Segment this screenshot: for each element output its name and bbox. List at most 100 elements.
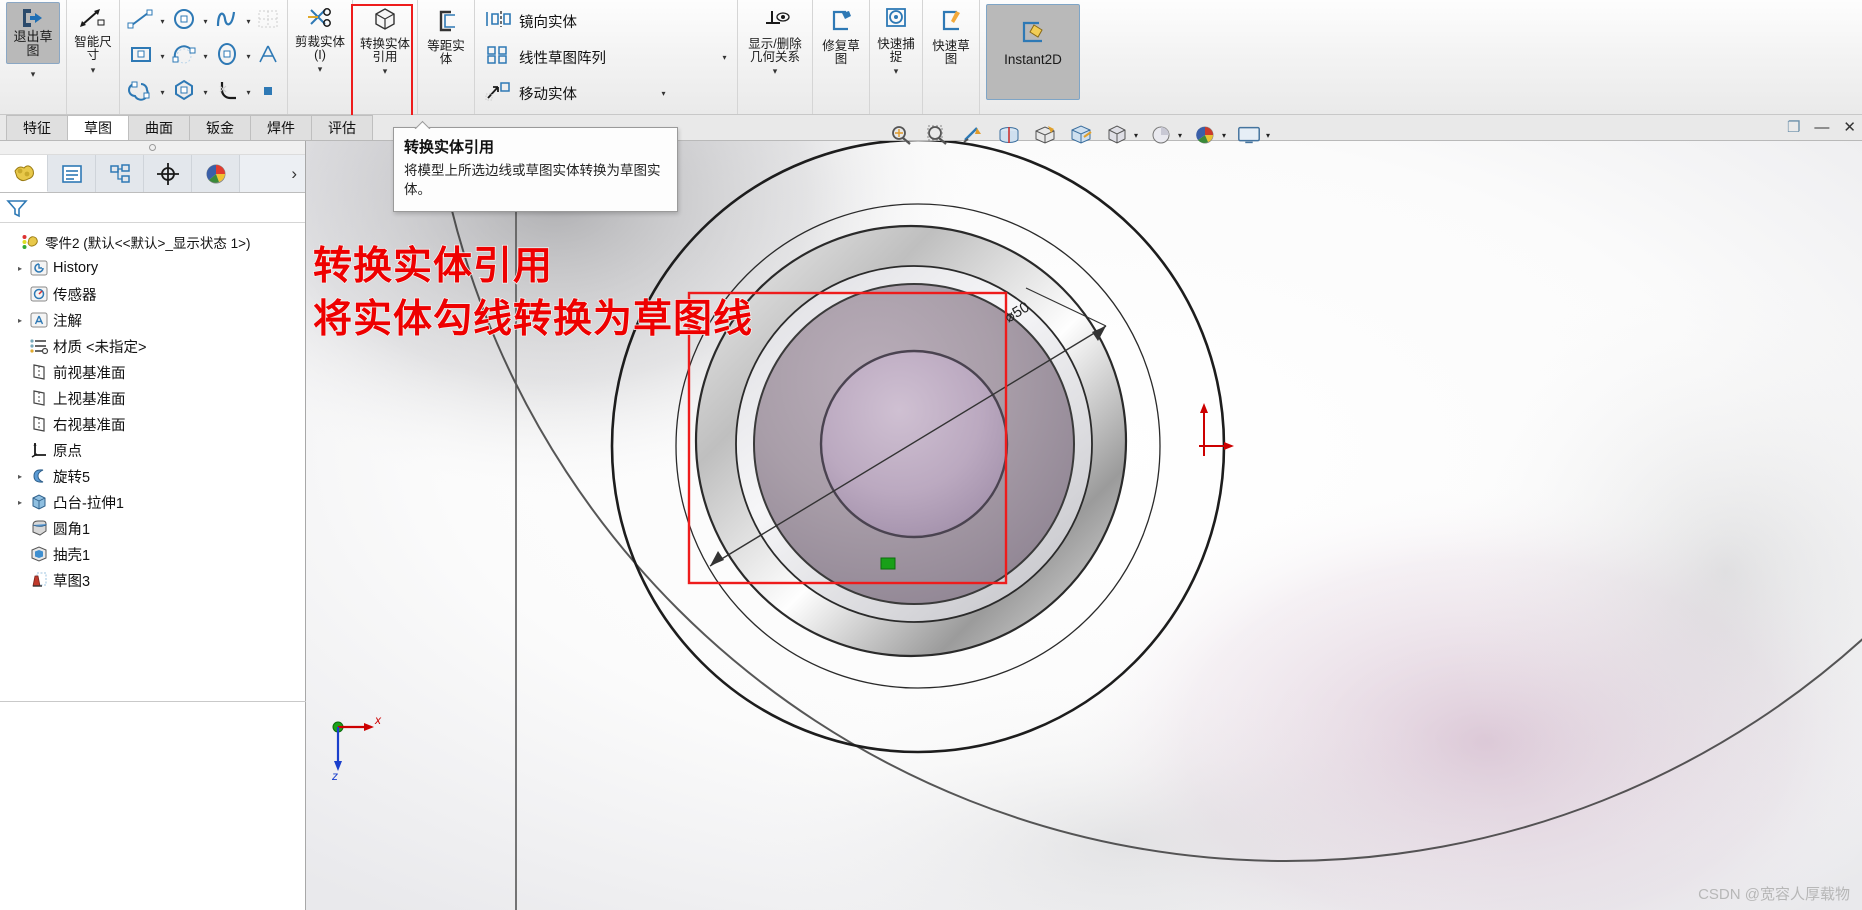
point-icon[interactable] [255, 78, 281, 107]
smart-dimension-button[interactable]: 智能尺寸 ▾ [69, 0, 117, 114]
linear-pattern-label: 线性草图阵列 [519, 50, 606, 67]
tree-item-top-plane[interactable]: 上视基准面 [4, 385, 305, 411]
polygon-icon[interactable] [169, 78, 199, 107]
slot-dropdown-icon[interactable]: ▾ [158, 88, 167, 97]
quick-sketch-button[interactable]: 快速草图 [925, 0, 977, 114]
zoom-to-fit-icon[interactable] [888, 122, 914, 148]
line-dropdown-icon[interactable]: ▾ [158, 17, 167, 26]
tree-item-material[interactable]: 材质 <未指定> [4, 333, 305, 359]
edit-appearance-icon[interactable] [1148, 122, 1174, 148]
tab-evaluate[interactable]: 评估 [311, 115, 373, 140]
tree-item-history[interactable]: ▸ History [4, 255, 305, 281]
grid-pattern-icon[interactable] [255, 7, 281, 36]
quick-snap-caret-icon[interactable]: ▾ [894, 67, 899, 76]
mirror-entities-item[interactable]: 镜向实体 [483, 7, 729, 35]
tree-filter-bar[interactable] [0, 193, 305, 223]
quick-snap-button[interactable]: 快速捕捉 ▾ [872, 0, 920, 114]
hide-show-items-caret-icon[interactable]: ▾ [1134, 131, 1138, 140]
rectangle-icon[interactable] [126, 42, 156, 71]
linear-pattern-item[interactable]: 线性草图阵列 ▾ [483, 43, 729, 71]
tree-twisty[interactable]: ▸ [12, 316, 28, 325]
trim-entities-caret-icon[interactable]: ▾ [318, 65, 323, 74]
exit-sketch-button[interactable]: 退出草图 ▾ [2, 0, 64, 114]
arc-icon[interactable] [169, 42, 199, 71]
tree-item-sensors[interactable]: 传感器 [4, 281, 305, 307]
tree-item-front-plane[interactable]: 前视基准面 [4, 359, 305, 385]
tree-item-annotations[interactable]: ▸ 注解 [4, 307, 305, 333]
offset-entities-button[interactable]: 等距实体 [420, 0, 472, 114]
spline-icon[interactable] [212, 7, 242, 36]
tree-item-fillet1[interactable]: 圆角1 [4, 515, 305, 541]
tree-item-shell1[interactable]: 抽壳1 [4, 541, 305, 567]
exit-sketch-caret-icon[interactable]: ▾ [31, 70, 36, 79]
tree-item-label: 传感器 [53, 287, 97, 304]
feature-manager-tab[interactable] [0, 155, 48, 192]
restore-window-button[interactable]: ❐ [1787, 118, 1800, 136]
tree-item-extrude-boss1[interactable]: ▸ 凸台-拉伸1 [4, 489, 305, 515]
panel-splitter-handle[interactable] [0, 141, 305, 155]
close-window-button[interactable]: ✕ [1843, 118, 1856, 136]
display-style-icon[interactable] [1068, 122, 1094, 148]
fillet-dropdown-icon[interactable]: ▾ [244, 88, 253, 97]
tab-surfaces[interactable]: 曲面 [128, 115, 190, 140]
appearance-sphere-icon [206, 164, 225, 183]
repair-sketch-button[interactable]: 修复草图 [815, 0, 867, 114]
move-entities-dropdown-icon[interactable]: ▾ [659, 89, 668, 98]
tab-weldments[interactable]: 焊件 [250, 115, 312, 140]
view-orientation-icon[interactable] [1032, 122, 1058, 148]
minimize-window-button[interactable]: — [1814, 119, 1829, 136]
convert-entities-caret-icon[interactable]: ▾ [383, 67, 388, 76]
arc-dropdown-icon[interactable]: ▾ [201, 52, 210, 61]
property-manager-tab[interactable] [48, 155, 96, 192]
hide-show-items-icon[interactable] [1104, 122, 1130, 148]
convert-entities-button[interactable]: 转换实体引用 ▾ [355, 0, 415, 114]
edit-appearance-caret-icon[interactable]: ▾ [1178, 131, 1182, 140]
trim-entities-label: 剪裁实体(I) [294, 35, 345, 62]
viewport-caret-icon[interactable]: ▾ [1266, 131, 1270, 140]
tree-item-origin[interactable]: 原点 [4, 437, 305, 463]
zoom-to-area-icon[interactable] [924, 122, 950, 148]
trim-entities-button[interactable]: 剪裁实体(I) ▾ [290, 0, 350, 114]
apply-scene-icon[interactable] [1192, 122, 1218, 148]
extrude-boss-icon [28, 493, 50, 511]
tree-item-right-plane[interactable]: 右视基准面 [4, 411, 305, 437]
apply-scene-caret-icon[interactable]: ▾ [1222, 131, 1226, 140]
fillet-icon[interactable] [212, 78, 242, 107]
line-icon[interactable] [126, 7, 156, 36]
watermark-text: CSDN @宽容人厚载物 [1698, 886, 1850, 903]
previous-view-icon[interactable] [960, 122, 986, 148]
property-list-icon [61, 164, 82, 183]
offset-entities-icon [431, 8, 461, 39]
dimxpert-manager-tab[interactable] [144, 155, 192, 192]
section-view-icon[interactable] [996, 122, 1022, 148]
panel-more-tabs-button[interactable]: › [283, 155, 305, 192]
feature-tree: 零件2 (默认<<默认>_显示状态 1>) ▸ History 传感器 ▸ 注解 [0, 223, 305, 593]
text-icon[interactable] [255, 42, 281, 71]
display-delete-relations-caret-icon[interactable]: ▾ [773, 67, 778, 76]
tab-sketch[interactable]: 草图 [67, 115, 129, 140]
slot-icon[interactable] [126, 78, 156, 107]
tree-item-sketch3[interactable]: 草图3 [4, 567, 305, 593]
linear-pattern-dropdown-icon[interactable]: ▾ [720, 53, 729, 62]
move-entities-item[interactable]: 移动实体 ▾ [483, 79, 729, 107]
ellipse-dropdown-icon[interactable]: ▾ [244, 52, 253, 61]
instant2d-button[interactable]: Instant2D [986, 4, 1080, 100]
circle-icon[interactable] [169, 7, 199, 36]
viewport-icon[interactable] [1236, 122, 1262, 148]
tree-twisty[interactable]: ▸ [12, 472, 28, 481]
rectangle-dropdown-icon[interactable]: ▾ [158, 52, 167, 61]
tree-item-revolve5[interactable]: ▸ 旋转5 [4, 463, 305, 489]
smart-dimension-caret-icon[interactable]: ▾ [91, 66, 96, 75]
configuration-manager-tab[interactable] [96, 155, 144, 192]
tab-sheetmetal[interactable]: 钣金 [189, 115, 251, 140]
tab-features[interactable]: 特征 [6, 115, 68, 140]
polygon-dropdown-icon[interactable]: ▾ [201, 88, 210, 97]
spline-dropdown-icon[interactable]: ▾ [244, 17, 253, 26]
display-delete-relations-button[interactable]: 显示/删除几何关系 ▾ [740, 0, 810, 114]
tree-twisty[interactable]: ▸ [12, 498, 28, 507]
tree-twisty[interactable]: ▸ [12, 264, 28, 273]
circle-dropdown-icon[interactable]: ▾ [201, 17, 210, 26]
display-manager-tab[interactable] [192, 155, 240, 192]
ellipse-icon[interactable] [212, 42, 242, 71]
tree-item-part[interactable]: 零件2 (默认<<默认>_显示状态 1>) [4, 229, 305, 255]
